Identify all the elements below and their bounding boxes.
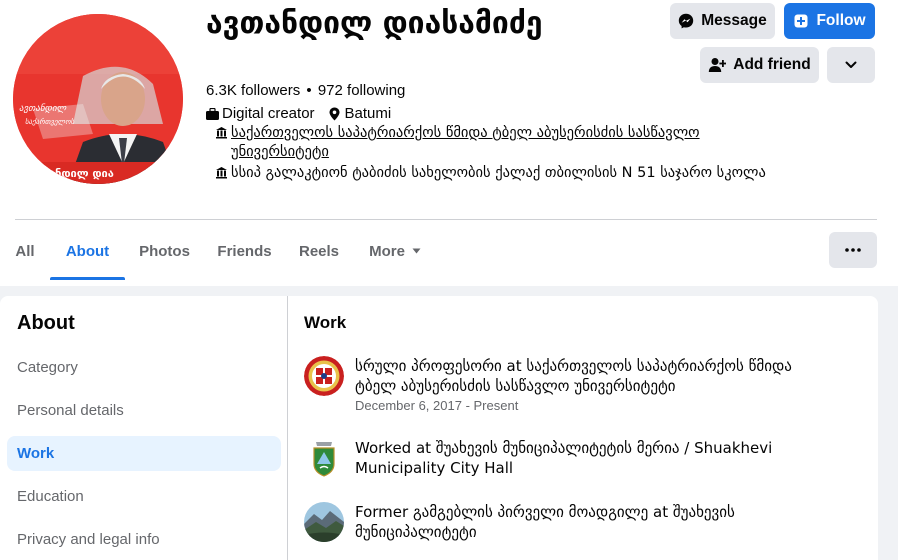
follow-button-label: Follow <box>816 12 866 29</box>
profile-location: Batumi <box>344 105 392 122</box>
followers-count[interactable]: 6.3K followers <box>206 82 300 99</box>
avatar-text-1: ავთანდილ <box>19 103 68 114</box>
messenger-icon <box>678 13 694 29</box>
municipality-photo-icon <box>304 502 344 542</box>
education-school-text[interactable]: სსიპ გალაკტიონ ტაბიძის სახელობის ქალაქ თ… <box>231 164 766 185</box>
add-friend-icon <box>708 57 727 73</box>
tab-photos[interactable]: Photos <box>131 222 198 280</box>
about-sidebar-title: About <box>17 312 75 334</box>
work-item-date: December 6, 2017 - Present <box>355 398 519 413</box>
profile-avatar[interactable]: ავთანდილ საქართველოს ანდილ დია <box>13 14 183 184</box>
tab-about[interactable]: About <box>50 222 125 280</box>
profile-dropdown-button[interactable] <box>827 47 875 83</box>
message-button[interactable]: Message <box>670 3 775 39</box>
follow-button[interactable]: Follow <box>784 3 875 39</box>
education-school[interactable]: სსიპ გალაკტიონ ტაბიძის სახელობის ქალაქ თ… <box>215 164 766 185</box>
more-dots-icon <box>845 248 861 252</box>
work-item[interactable]: Worked at შუახევის მუნიციპალიტეტის მერია… <box>304 438 824 484</box>
tab-friends[interactable]: Friends <box>208 222 281 280</box>
school-icon <box>215 166 231 185</box>
avatar-image: ავთანდილ საქართველოს ანდილ დია <box>13 14 183 184</box>
message-button-label: Message <box>701 12 767 29</box>
about-nav-privacy[interactable]: Privacy and legal info <box>7 522 281 557</box>
briefcase-icon <box>204 106 220 122</box>
work-section-title: Work <box>304 313 347 332</box>
school-icon <box>215 126 231 162</box>
follow-counts: 6.3K followers • 972 following <box>206 82 405 99</box>
profile-category: Digital creator <box>222 105 315 122</box>
about-nav-category[interactable]: Category <box>7 350 281 385</box>
about-card-divider <box>287 296 288 560</box>
work-item[interactable]: სრული პროფესორი at საქართველოს საპატრიარ… <box>304 356 824 416</box>
work-item-title[interactable]: Worked at შუახევის მუნიციპალიტეტის მერია… <box>355 438 815 478</box>
about-nav-personal-details[interactable]: Personal details <box>7 393 281 428</box>
caret-down-icon <box>412 248 421 254</box>
add-friend-button[interactable]: Add friend <box>700 47 819 83</box>
follow-icon <box>793 13 809 29</box>
following-count[interactable]: 972 following <box>318 82 406 99</box>
education-university[interactable]: საქართველოს საპატრიარქოს წმიდა ტბელ აბუს… <box>215 124 791 162</box>
avatar-text-2: საქართველოს <box>25 117 75 126</box>
more-options-button[interactable] <box>829 232 877 268</box>
work-item[interactable]: Former გამგებლის პირველი მოადგილე at შუა… <box>304 502 824 548</box>
tab-all[interactable]: All <box>6 222 44 280</box>
university-logo-icon <box>304 356 344 396</box>
work-item-title[interactable]: სრული პროფესორი at საქართველოს საპატრიარ… <box>355 356 835 396</box>
location-pin-icon <box>327 106 343 122</box>
profile-name: ავთანდილ დიასამიძე <box>206 6 543 41</box>
header-divider <box>15 219 877 220</box>
municipality-emblem-icon <box>304 438 344 478</box>
add-friend-button-label: Add friend <box>733 56 811 73</box>
profile-meta: Digital creator Batumi <box>204 105 391 122</box>
work-item-title[interactable]: Former გამგებლის პირველი მოადგილე at შუა… <box>355 502 835 542</box>
education-university-text[interactable]: საქართველოს საპატრიარქოს წმიდა ტბელ აბუს… <box>231 124 791 162</box>
tab-more[interactable]: More <box>357 222 433 280</box>
chevron-down-icon <box>845 61 857 69</box>
about-nav-education[interactable]: Education <box>7 479 281 514</box>
tab-reels[interactable]: Reels <box>291 222 347 280</box>
count-separator: • <box>306 82 312 99</box>
about-nav-work[interactable]: Work <box>7 436 281 471</box>
